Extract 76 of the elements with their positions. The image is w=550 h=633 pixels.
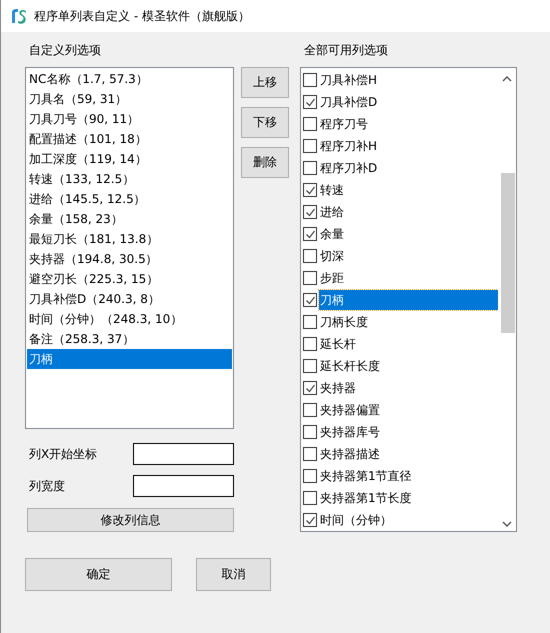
list-item[interactable]: NC名称（1.7, 57.3）: [27, 69, 232, 89]
checkbox[interactable]: [303, 359, 317, 373]
list-item[interactable]: 程序刀补H: [319, 136, 378, 156]
dialog-button[interactable]: 确定: [25, 558, 172, 591]
checkbox[interactable]: [303, 73, 317, 87]
checkbox[interactable]: [303, 469, 317, 483]
list-label: 全部可用列选项: [303, 42, 389, 59]
scroll-down-icon[interactable]: [502, 521, 512, 527]
list-item[interactable]: 刀柄: [27, 349, 232, 369]
input-field[interactable]: [133, 475, 234, 497]
list-action-button[interactable]: 上移: [241, 67, 289, 98]
list-item[interactable]: 避空刃长（225.3, 15）: [27, 269, 232, 289]
list-item[interactable]: 夹持器（194.8, 30.5）: [27, 249, 232, 269]
list-item[interactable]: 夹持器库号: [319, 422, 381, 442]
list-item[interactable]: 刀具补偿D: [319, 92, 378, 112]
list-label: 自定义列选项: [28, 42, 102, 59]
list-item[interactable]: 程序刀号: [319, 114, 369, 134]
list-item[interactable]: 夹持器: [319, 378, 357, 398]
checkbox[interactable]: [303, 337, 317, 351]
list-item[interactable]: 刀具刀号（90, 11）: [27, 109, 232, 129]
checkbox[interactable]: [303, 161, 317, 175]
list-item[interactable]: 进给: [319, 202, 345, 222]
list-item[interactable]: 刀柄: [319, 290, 498, 310]
list-item[interactable]: 夹持器描述: [319, 444, 381, 464]
checkbox[interactable]: [303, 95, 317, 109]
list-action-button[interactable]: 下移: [241, 107, 289, 138]
list-item[interactable]: 配置描述（101, 18）: [27, 129, 232, 149]
checkbox[interactable]: [303, 227, 317, 241]
checkbox[interactable]: [303, 293, 317, 307]
scrollbar-thumb[interactable]: [500, 173, 514, 333]
dialog-button[interactable]: 取消: [196, 558, 271, 591]
scroll-up-icon[interactable]: [502, 76, 512, 82]
checkbox[interactable]: [303, 205, 317, 219]
list-item[interactable]: 夹持器第1节直径: [319, 466, 413, 486]
list-item[interactable]: 延长杆长度: [319, 356, 381, 376]
checkbox[interactable]: [303, 381, 317, 395]
list-item[interactable]: 时间（分钟）（248.3, 10）: [27, 309, 232, 329]
available-column-list[interactable]: 刀具补偿H 刀具补偿D 程序刀号 程序刀补H 程序刀补D 转速 进给 余量 切深 步距 刀柄 刀柄长度 延长杆 延长杆长度 夹持器 夹持器偏置 夹持器库号 夹持器描述 夹持器第1节直径 夹持器第1节长度 时间（分钟）: [300, 67, 517, 532]
checkbox[interactable]: [303, 513, 317, 527]
checkbox[interactable]: [303, 271, 317, 285]
checkbox[interactable]: [303, 315, 317, 329]
list-item[interactable]: 延长杆: [319, 334, 357, 354]
list-item[interactable]: 刀具补偿D（240.3, 8）: [27, 289, 232, 309]
app-logo-icon: [10, 7, 28, 25]
list-item[interactable]: 切深: [319, 246, 345, 266]
list-item[interactable]: 程序刀补D: [319, 158, 378, 178]
list-item[interactable]: 余量（158, 23）: [27, 209, 232, 229]
checkbox[interactable]: [303, 139, 317, 153]
list-action-button[interactable]: 删除: [241, 147, 289, 178]
list-item[interactable]: 转速: [319, 180, 345, 200]
list-item[interactable]: 进给（145.5, 12.5）: [27, 189, 232, 209]
list-item[interactable]: 加工深度（119, 14）: [27, 149, 232, 169]
checkbox[interactable]: [303, 447, 317, 461]
checkbox[interactable]: [303, 183, 317, 197]
window-title: 程序单列表自定义 - 模圣软件（旗舰版）: [34, 8, 250, 24]
list-item[interactable]: 时间（分钟）: [319, 510, 393, 530]
list-item[interactable]: 夹持器偏置: [319, 400, 381, 420]
list-item[interactable]: 夹持器第1节长度: [319, 488, 413, 508]
input-field[interactable]: [133, 443, 234, 465]
list-item[interactable]: 刀具名（59, 31）: [27, 89, 232, 109]
custom-column-list[interactable]: [25, 67, 234, 429]
modify-column-button[interactable]: 修改列信息: [27, 508, 234, 532]
list-item[interactable]: 备注（258.3, 37）: [27, 329, 232, 349]
checkbox[interactable]: [303, 117, 317, 131]
checkbox[interactable]: [303, 491, 317, 505]
list-item[interactable]: 刀柄长度: [319, 312, 369, 332]
list-item[interactable]: 步距: [319, 268, 345, 288]
field-label: 列宽度: [28, 478, 65, 494]
checkbox[interactable]: [303, 403, 317, 417]
checkbox[interactable]: [303, 249, 317, 263]
list-item[interactable]: 余量: [319, 224, 345, 244]
list-item[interactable]: 转速（133, 12.5）: [27, 169, 232, 189]
field-label: 列X开始坐标: [28, 446, 98, 462]
list-item[interactable]: 最短刀长（181, 13.8）: [27, 229, 232, 249]
list-item[interactable]: 刀具补偿H: [319, 70, 378, 90]
checkbox[interactable]: [303, 425, 317, 439]
